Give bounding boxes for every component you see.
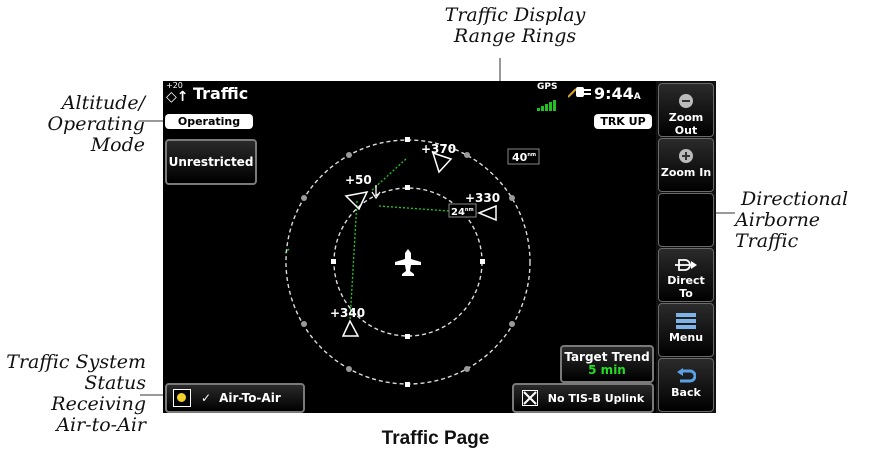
traffic-label: +50 bbox=[345, 173, 372, 187]
traffic-label: +340 bbox=[330, 306, 365, 320]
target-trend-button[interactable]: Target Trend 5 min bbox=[560, 345, 654, 383]
menu-icon bbox=[676, 313, 696, 329]
menu-label: Menu bbox=[668, 331, 704, 344]
back-button[interactable]: Back bbox=[658, 358, 714, 412]
back-label: Back bbox=[671, 386, 701, 399]
traffic-screen: +370 +50 +330 +340 40nm 24nm +20 ◇↑ Traf… bbox=[163, 81, 716, 413]
check-icon: ✓ bbox=[201, 391, 212, 405]
clock-suffix: A bbox=[633, 92, 641, 102]
zoom-out-button[interactable]: Zoom Out bbox=[658, 83, 714, 137]
zoom-out-label: Zoom Out bbox=[668, 111, 704, 137]
traffic-arrow-icon bbox=[341, 319, 360, 337]
menu-button[interactable]: Menu bbox=[658, 303, 714, 357]
callout-line: Traffic System bbox=[6, 351, 146, 373]
callout-line: Directional bbox=[741, 188, 849, 210]
altitude-mode-callout: Altitude/ Operating Mode bbox=[30, 93, 145, 156]
callout-line: Mode bbox=[90, 134, 145, 156]
callout-line: Airborne Traffic bbox=[735, 209, 821, 252]
clock: 9:44A bbox=[594, 84, 641, 103]
target-trend-value: 5 min bbox=[588, 363, 626, 377]
gps-label: GPS bbox=[537, 82, 558, 92]
no-uplink-icon bbox=[521, 390, 538, 406]
callout-line: Operating bbox=[47, 113, 145, 135]
power-plug-icon bbox=[567, 85, 592, 103]
gps-signal-icon bbox=[537, 92, 557, 111]
traffic-arrow-icon bbox=[344, 190, 369, 211]
figure-caption: Traffic Page bbox=[381, 428, 490, 449]
clock-time: 9:44 bbox=[594, 84, 634, 103]
status-bar: +20 ◇↑ Traffic GPS 9:44A bbox=[163, 81, 653, 111]
altitude-filter-button[interactable]: Unrestricted bbox=[165, 139, 257, 185]
system-status-callout: Traffic System Status Receiving Air-to-A… bbox=[0, 352, 146, 436]
zoom-in-button[interactable]: Zoom In bbox=[658, 138, 714, 192]
callout-line: Traffic Display bbox=[444, 4, 586, 26]
zoom-in-icon bbox=[679, 149, 693, 163]
zoom-in-label: Zoom In bbox=[660, 166, 712, 179]
direct-to-label: Direct To bbox=[667, 274, 705, 300]
direct-to-icon bbox=[675, 259, 697, 271]
orientation-pill[interactable]: TRK UP bbox=[594, 114, 652, 129]
zoom-out-icon bbox=[679, 94, 693, 108]
trend-lines bbox=[284, 158, 478, 322]
ownship-icon bbox=[395, 249, 421, 276]
status-label: Air-To-Air bbox=[219, 391, 281, 405]
page-title: Traffic bbox=[193, 84, 249, 103]
directional-traffic-callout: Directional Airborne Traffic bbox=[735, 189, 871, 252]
traffic-arrow-icon bbox=[477, 204, 497, 222]
traffic-label: +370 bbox=[421, 142, 456, 156]
altitude-filter-icon: +20 ◇↑ bbox=[166, 81, 189, 105]
empty-button bbox=[658, 193, 714, 247]
traffic-label: +330 bbox=[465, 191, 500, 205]
operating-mode-pill: Operating bbox=[165, 114, 253, 129]
callout-line: Status Receiving bbox=[51, 372, 146, 415]
tisb-status-button[interactable]: No TIS-B Uplink bbox=[512, 383, 654, 413]
traffic-system-icon bbox=[173, 389, 191, 407]
tisb-label: No TIS-B Uplink bbox=[547, 391, 645, 405]
range-rings-callout: Traffic Display Range Rings bbox=[440, 5, 590, 47]
callout-line: Altitude/ bbox=[61, 92, 145, 114]
traffic-status-button[interactable]: ✓ Air-To-Air bbox=[165, 383, 305, 413]
direct-to-button[interactable]: Direct To bbox=[658, 248, 714, 302]
callout-line: Range Rings bbox=[453, 25, 577, 47]
back-arrow-icon bbox=[677, 368, 696, 383]
sidebar: Zoom Out Zoom In Direct To Menu Back bbox=[656, 81, 716, 413]
